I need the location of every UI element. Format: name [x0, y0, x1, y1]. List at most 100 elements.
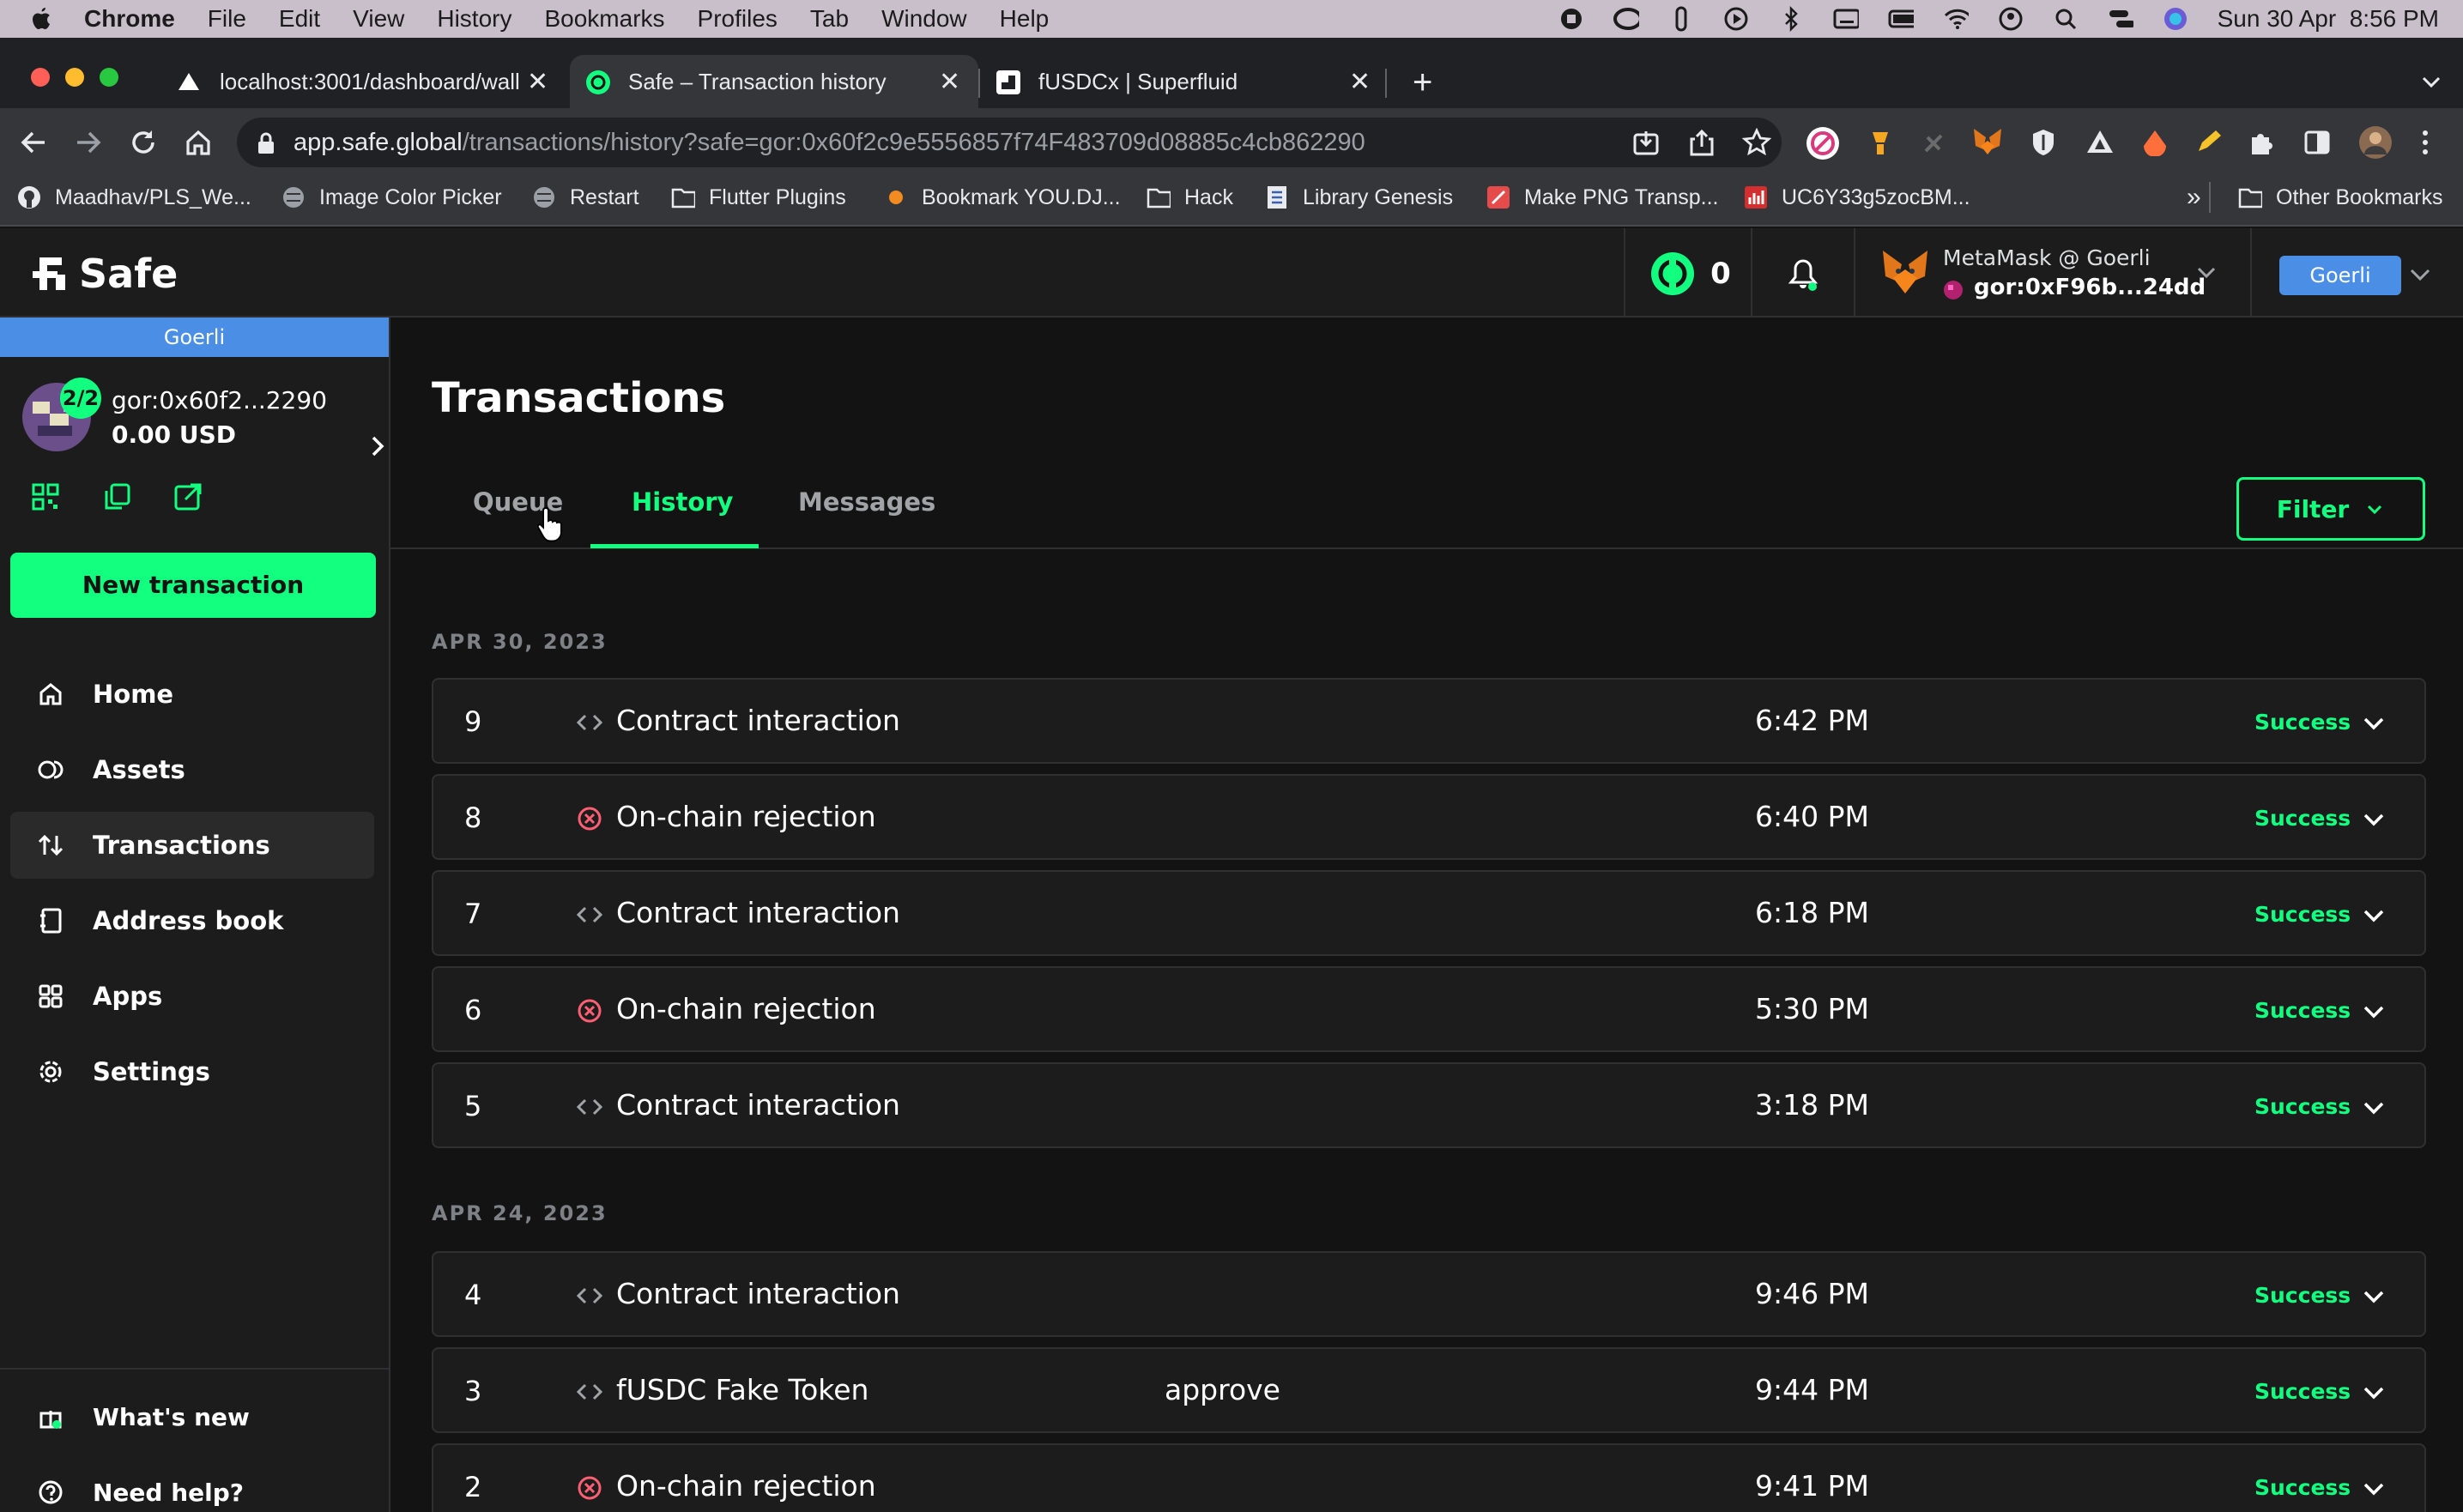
control-center-icon[interactable]: [2108, 6, 2133, 32]
transaction-row[interactable]: 5 Contract interaction 3:18 PM Success: [432, 1062, 2426, 1148]
menu-window[interactable]: Window: [881, 5, 967, 33]
transaction-row[interactable]: 7 Contract interaction 6:18 PM Success: [432, 870, 2426, 956]
spotlight-search-icon[interactable]: [2053, 6, 2079, 32]
expand-chevron-icon[interactable]: [2359, 709, 2388, 738]
tab-history[interactable]: History: [632, 487, 733, 517]
zoom-window-button[interactable]: [100, 68, 118, 87]
battery-icon[interactable]: [1888, 6, 1914, 32]
transaction-row[interactable]: 6 On-chain rejection 5:30 PM Success: [432, 966, 2426, 1052]
kebab-menu-icon[interactable]: [2420, 129, 2430, 156]
expand-chevron-icon[interactable]: [2359, 1378, 2388, 1407]
chevron-right-icon[interactable]: [364, 432, 391, 460]
sidebar-item-assets[interactable]: Assets: [10, 736, 374, 803]
expand-chevron-icon[interactable]: [2359, 1282, 2388, 1311]
transaction-row[interactable]: 8 On-chain rejection 6:40 PM Success: [432, 774, 2426, 860]
menu-edit[interactable]: Edit: [279, 5, 320, 33]
bookmark-library-genesis[interactable]: Library Genesis: [1265, 182, 1453, 213]
menu-view[interactable]: View: [353, 5, 404, 33]
close-window-button[interactable]: [31, 68, 50, 87]
open-explorer-icon[interactable]: [173, 482, 203, 511]
qr-code-icon[interactable]: [31, 482, 60, 511]
extension-triangle-icon[interactable]: [2085, 129, 2115, 154]
bookmark-other[interactable]: Other Bookmarks: [2238, 182, 2443, 213]
sidebar-item-whats-new[interactable]: What's new: [10, 1383, 374, 1450]
metamask-fox-icon[interactable]: [1972, 127, 2003, 156]
close-tab-icon[interactable]: ✕: [939, 67, 960, 97]
bookmark-folder-flutter[interactable]: Flutter Plugins: [671, 182, 846, 213]
transaction-row[interactable]: 9 Contract interaction 6:42 PM Success: [432, 678, 2426, 764]
reload-icon[interactable]: [129, 128, 158, 157]
sidebar-item-address-book[interactable]: Address book: [10, 887, 374, 954]
bookmark-youdj[interactable]: Bookmark YOU.DJ...: [884, 182, 1121, 213]
bookmark-github[interactable]: Maadhav/PLS_We...: [17, 182, 251, 213]
close-tab-icon[interactable]: ✕: [527, 67, 548, 97]
pending-tx-button[interactable]: 0: [1631, 244, 1751, 304]
creative-cloud-icon[interactable]: [1613, 6, 1639, 32]
expand-chevron-icon[interactable]: [2359, 1474, 2388, 1503]
profile-avatar-icon[interactable]: [2358, 125, 2393, 160]
keyboard-icon[interactable]: [1833, 6, 1859, 32]
bluetooth-icon[interactable]: [1778, 6, 1804, 32]
transaction-row[interactable]: 3 fUSDC Fake Token approve 9:44 PM Success: [432, 1347, 2426, 1433]
transaction-row[interactable]: 4 Contract interaction 9:46 PM Success: [432, 1251, 2426, 1337]
sidebar-item-need-help[interactable]: Need help?: [10, 1459, 374, 1512]
wallet-connection-button[interactable]: MetaMask @ Goerli gor:0xF96b...24dd: [1862, 240, 2266, 309]
lock-icon[interactable]: [256, 131, 276, 155]
expand-chevron-icon[interactable]: [2359, 997, 2388, 1026]
bookmark-image-color-picker[interactable]: Image Color Picker: [281, 182, 502, 213]
minimize-window-button[interactable]: [65, 68, 84, 87]
safe-avatar[interactable]: 2/2: [21, 378, 101, 453]
bookmark-make-png[interactable]: Make PNG Transp...: [1486, 182, 1718, 213]
network-selector[interactable]: Goerli: [2279, 256, 2401, 295]
new-transaction-button[interactable]: New transaction: [10, 553, 376, 618]
back-arrow-icon[interactable]: [19, 129, 48, 156]
safe-address[interactable]: gor:0x60f2...2290: [112, 386, 327, 414]
extension-bulb-icon[interactable]: [1867, 129, 1893, 158]
copy-address-icon[interactable]: [103, 482, 132, 511]
paperclip-icon[interactable]: [1668, 6, 1694, 32]
install-app-icon[interactable]: [1632, 130, 1660, 157]
close-tab-icon[interactable]: ✕: [1349, 67, 1371, 97]
bookmark-star-icon[interactable]: [1742, 128, 1771, 157]
extension-pencil-icon[interactable]: [2194, 127, 2223, 156]
bookmark-folder-hack[interactable]: Hack: [1147, 182, 1233, 213]
menu-app-name[interactable]: Chrome: [84, 5, 175, 33]
user-icon[interactable]: [1998, 6, 2024, 32]
sidebar-item-home[interactable]: Home: [10, 661, 374, 728]
extensions-puzzle-icon[interactable]: [2248, 129, 2276, 156]
expand-chevron-icon[interactable]: [2359, 901, 2388, 930]
expand-chevron-icon[interactable]: [2359, 1093, 2388, 1122]
filter-button[interactable]: Filter: [2236, 477, 2425, 541]
new-tab-button[interactable]: +: [1413, 64, 1432, 102]
sidebar-item-settings[interactable]: Settings: [10, 1038, 374, 1105]
play-icon[interactable]: [1723, 6, 1749, 32]
bookmark-uc6y[interactable]: UC6Y33g5zocBM...: [1744, 182, 1970, 213]
extension-brave-icon[interactable]: [2140, 127, 2169, 156]
expand-chevron-icon[interactable]: [2359, 805, 2388, 834]
apple-icon[interactable]: [29, 6, 53, 32]
extension-puzzle-grey-icon[interactable]: [1921, 130, 1946, 156]
menu-bookmarks[interactable]: Bookmarks: [544, 5, 664, 33]
menu-help[interactable]: Help: [1000, 5, 1050, 33]
siri-icon[interactable]: [2163, 6, 2188, 32]
url-text[interactable]: app.safe.global/transactions/history?saf…: [294, 129, 1365, 157]
menu-tab[interactable]: Tab: [810, 5, 849, 33]
notifications-bell-icon[interactable]: [1785, 257, 1821, 293]
sidebar-item-apps[interactable]: Apps: [10, 963, 374, 1030]
tab-messages[interactable]: Messages: [798, 487, 935, 517]
home-icon[interactable]: [184, 128, 213, 157]
record-icon[interactable]: [1558, 6, 1584, 32]
browser-tab-superfluid[interactable]: fUSDCx | Superfluid ✕: [995, 60, 1371, 103]
wifi-icon[interactable]: [1943, 6, 1969, 32]
more-bookmarks-chevron[interactable]: »: [2187, 182, 2201, 213]
tab-search-icon[interactable]: [2418, 69, 2444, 94]
browser-tab-localhost[interactable]: localhost:3001/dashboard/wall ✕: [177, 60, 563, 103]
transaction-row[interactable]: 2 On-chain rejection 9:41 PM Success: [432, 1443, 2426, 1512]
bookmark-restart[interactable]: Restart: [532, 182, 639, 213]
menubar-clock[interactable]: Sun 30 Apr 8:56 PM: [2218, 5, 2439, 33]
browser-tab-safe[interactable]: Safe – Transaction history ✕: [585, 60, 960, 103]
forward-arrow-icon[interactable]: [74, 129, 103, 156]
extension-shield-icon[interactable]: [2030, 128, 2056, 157]
menu-profiles[interactable]: Profiles: [698, 5, 778, 33]
menu-history[interactable]: History: [437, 5, 511, 33]
